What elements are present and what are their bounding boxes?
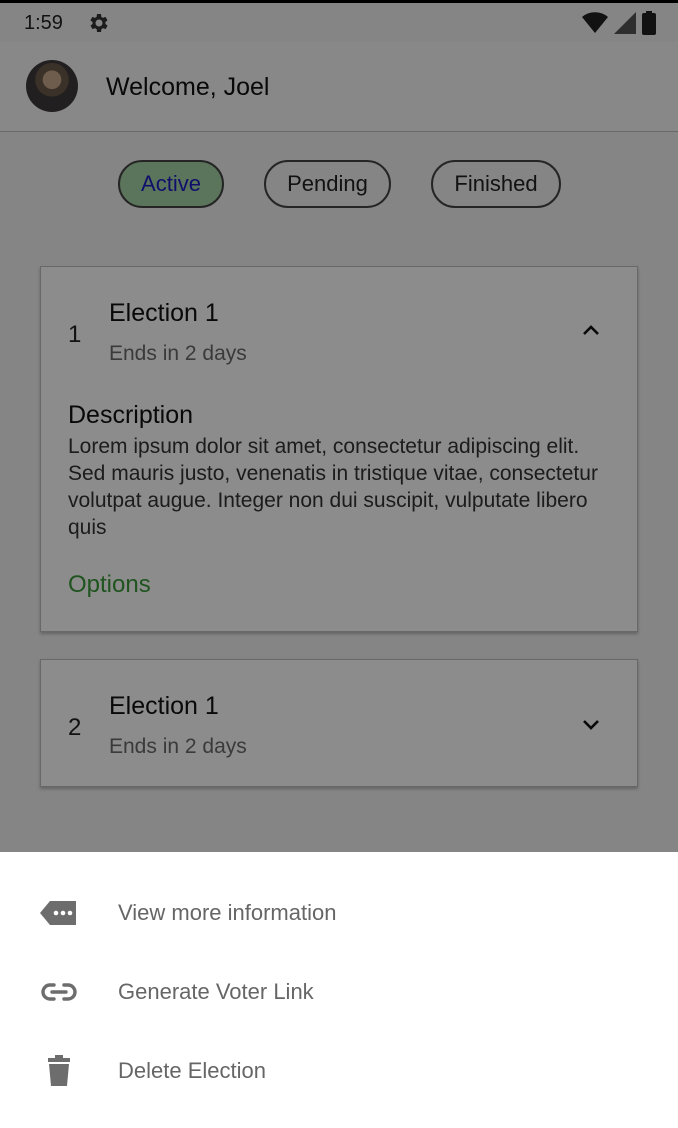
settings-gear-icon <box>90 14 108 32</box>
tab-active[interactable]: Active <box>118 160 224 208</box>
delete-election-item[interactable]: Delete Election <box>0 1032 678 1110</box>
description-text: Lorem ipsum dolor sit amet, consectetur … <box>68 435 598 539</box>
tab-finished[interactable]: Finished <box>431 160 561 208</box>
election-index: 2 <box>68 714 82 741</box>
sheet-item-label: Generate Voter Link <box>118 979 314 1004</box>
election-title: Election 1 <box>109 299 219 327</box>
more-tag-icon <box>40 901 76 925</box>
app-header: Welcome, Joel <box>0 42 678 132</box>
election-end-time: Ends in 2 days <box>109 342 247 365</box>
trash-icon <box>48 1055 70 1086</box>
description-heading: Description <box>68 401 194 429</box>
signal-icon <box>614 12 636 34</box>
election-card[interactable]: 1 Election 1 Ends in 2 days Description … <box>40 266 638 632</box>
status-time: 1:59 <box>24 12 63 34</box>
tab-pending[interactable]: Pending <box>264 160 391 208</box>
view-more-information-item[interactable]: View more information <box>0 874 678 952</box>
chevron-down-icon[interactable] <box>579 712 603 736</box>
status-filter-tabs: Active Pending Finished <box>0 160 678 212</box>
sheet-item-label: View more information <box>118 900 337 925</box>
election-index: 1 <box>68 321 82 348</box>
election-card[interactable]: 2 Election 1 Ends in 2 days <box>40 659 638 787</box>
status-bar: 1:59 <box>0 0 678 42</box>
election-end-time: Ends in 2 days <box>109 735 247 758</box>
wifi-icon <box>582 12 608 33</box>
sheet-item-label: Delete Election <box>118 1058 266 1083</box>
battery-icon <box>642 11 656 35</box>
generate-voter-link-item[interactable]: Generate Voter Link <box>0 953 678 1031</box>
avatar[interactable] <box>26 60 78 112</box>
options-button[interactable]: Options <box>68 571 151 599</box>
election-title: Election 1 <box>109 692 219 720</box>
options-bottom-sheet: View more information Generate Voter Lin… <box>0 852 678 1128</box>
welcome-text: Welcome, Joel <box>106 73 270 101</box>
chevron-up-icon[interactable] <box>579 319 603 343</box>
status-indicators <box>582 11 656 35</box>
link-icon <box>41 983 77 1001</box>
